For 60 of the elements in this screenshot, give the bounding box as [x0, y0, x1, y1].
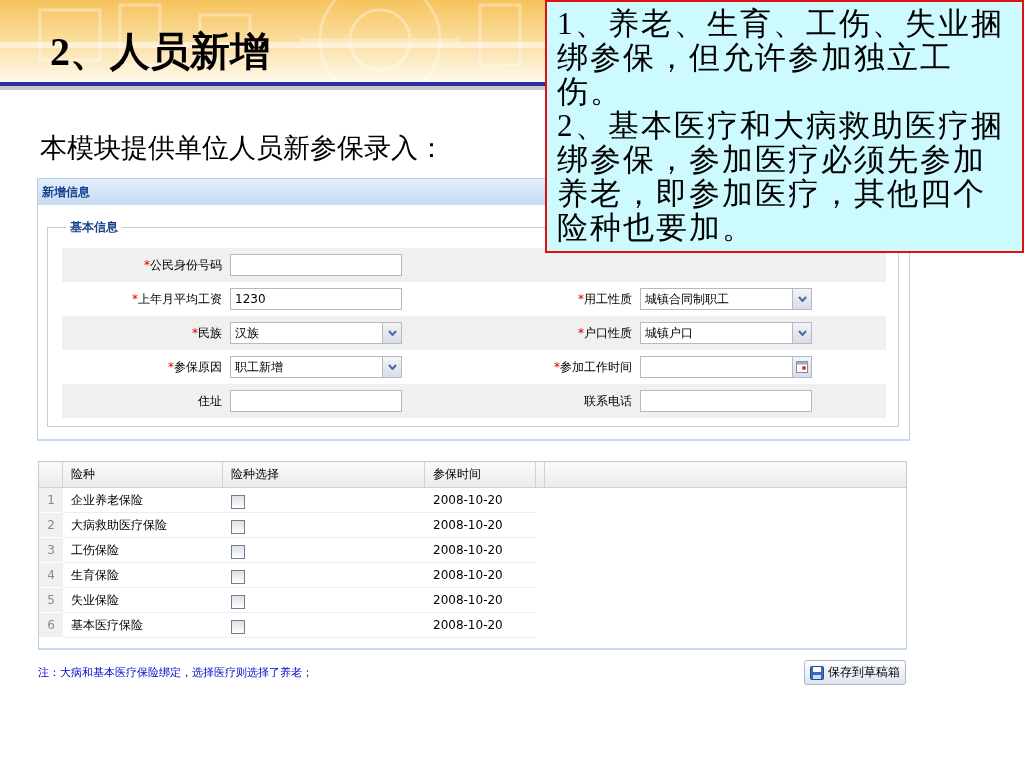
required-mark: * [132, 292, 138, 306]
field-label: 用工性质 [584, 290, 632, 308]
required-mark: * [192, 326, 198, 340]
table-cell: 2008-10-20 [425, 588, 536, 613]
table-cell: 企业养老保险 [63, 488, 223, 513]
checkbox[interactable] [231, 595, 245, 609]
text-field[interactable] [230, 390, 402, 412]
slide-title: 2、人员新增 [50, 27, 270, 76]
checkbox[interactable] [231, 545, 245, 559]
table-cell: 2008-10-20 [425, 513, 536, 538]
field-label: 上年月平均工资 [138, 290, 222, 308]
field-label: 联系电话 [584, 392, 632, 410]
column-header: 险种选择 [223, 462, 425, 487]
fieldset-legend: 基本信息 [66, 219, 122, 236]
row-number: 1 [39, 488, 63, 513]
note-text: 注：大病和基本医疗保险绑定，选择医疗则选择了养老； [38, 665, 313, 680]
select-field[interactable]: 职工新增 [230, 356, 402, 378]
table-cell: 生育保险 [63, 563, 223, 588]
table-cell: 2008-10-20 [425, 563, 536, 588]
text-field[interactable]: 1230 [230, 288, 402, 310]
row-number: 2 [39, 513, 63, 538]
required-mark: * [578, 292, 584, 306]
column-header: 险种 [63, 462, 223, 487]
field-label: 住址 [198, 392, 222, 410]
text-field[interactable] [230, 254, 402, 276]
text-field[interactable] [640, 390, 812, 412]
table-cell: 2008-10-20 [425, 488, 536, 513]
field-label: 民族 [198, 324, 222, 342]
required-mark: * [554, 360, 560, 374]
table-cell: 工伤保险 [63, 538, 223, 563]
field-label: 参加工作时间 [560, 358, 632, 376]
checkbox[interactable] [231, 495, 245, 509]
column-header: 参保时间 [425, 462, 536, 487]
row-number: 4 [39, 563, 63, 588]
intro-text: 本模块提供单位人员新参保录入： [40, 132, 445, 165]
table-cell: 2008-10-20 [425, 613, 536, 638]
calendar-icon [796, 361, 808, 373]
required-mark: * [144, 258, 150, 272]
table-cell: 失业保险 [63, 588, 223, 613]
date-field[interactable] [640, 356, 812, 378]
save-button[interactable]: 保存到草稿箱 [804, 660, 906, 685]
required-mark: * [168, 360, 174, 374]
save-icon [810, 665, 824, 680]
checkbox[interactable] [231, 520, 245, 534]
select-field[interactable]: 城镇合同制职工 [640, 288, 812, 310]
select-field[interactable]: 汉族 [230, 322, 402, 344]
callout-text: 1、养老、生育、工伤、失业捆绑参保，但允许参加独立工伤。 [557, 7, 1005, 109]
row-number: 3 [39, 538, 63, 563]
select-field[interactable]: 城镇户口 [640, 322, 812, 344]
field-label: 公民身份号码 [150, 256, 222, 274]
row-number: 6 [39, 613, 63, 638]
field-label: 参保原因 [174, 358, 222, 376]
checkbox[interactable] [231, 620, 245, 634]
table-cell: 2008-10-20 [425, 538, 536, 563]
table-cell: 大病救助医疗保险 [63, 513, 223, 538]
checkbox[interactable] [231, 570, 245, 584]
row-number: 5 [39, 588, 63, 613]
table-cell: 基本医疗保险 [63, 613, 223, 638]
required-mark: * [578, 326, 584, 340]
field-label: 户口性质 [584, 324, 632, 342]
